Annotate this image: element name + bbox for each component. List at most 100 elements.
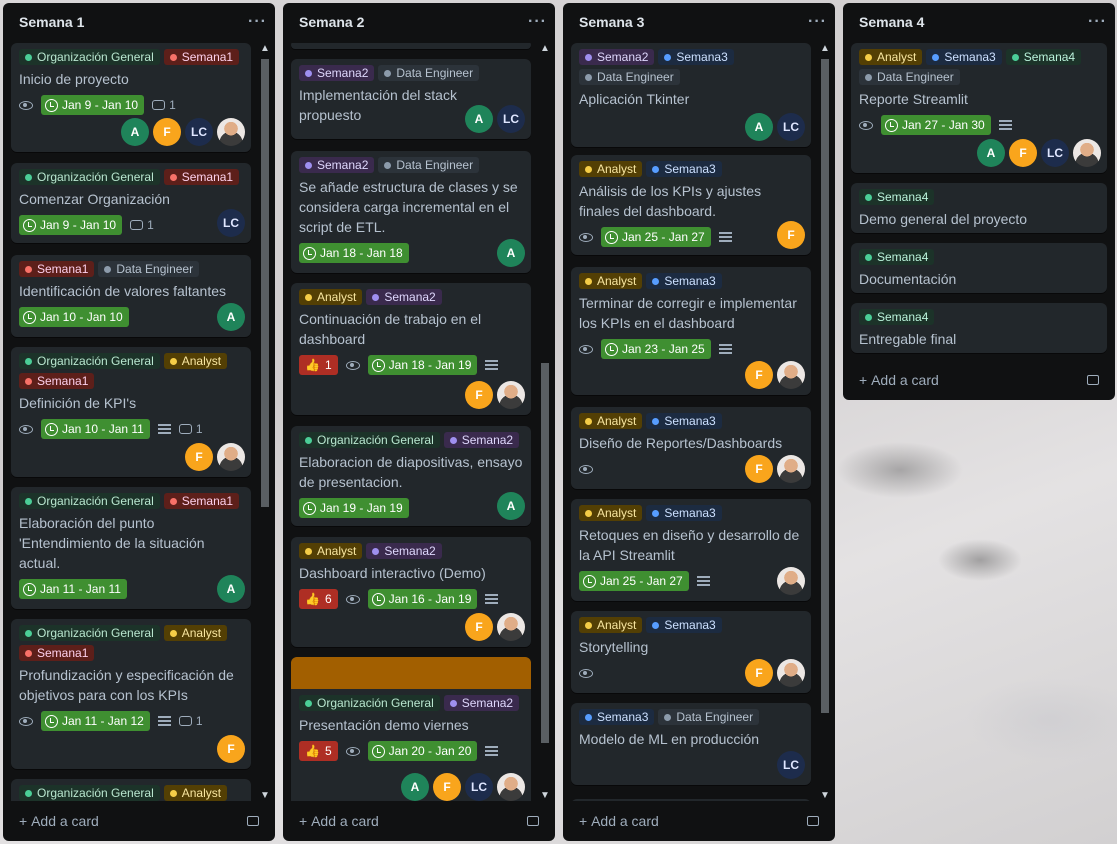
card[interactable]: Analyst Semana3 Semana4 Data Engineer Repor…	[851, 43, 1107, 173]
card[interactable]: Organización General Analyst	[11, 779, 251, 801]
avatar-photo[interactable]	[497, 773, 525, 801]
card[interactable]: Analyst Semana3 Análisis de los KPIs y aj…	[571, 155, 811, 255]
avatar[interactable]: A	[745, 113, 773, 141]
card[interactable]: Semana4 Documentación	[851, 243, 1107, 293]
avatar[interactable]: A	[217, 303, 245, 331]
due-date-badge[interactable]: Jan 25 - Jan 27	[601, 227, 711, 247]
scroll-up-icon[interactable]: ▲	[540, 43, 550, 54]
card[interactable]: Organización General Analyst Semana1 Defin…	[11, 347, 251, 477]
avatar[interactable]: LC	[777, 751, 805, 779]
due-date-badge[interactable]: Jan 11 - Jan 12	[41, 711, 150, 731]
due-date-badge[interactable]: Jan 10 - Jan 10	[19, 307, 129, 327]
avatar[interactable]: F	[745, 659, 773, 687]
votes-badge[interactable]: 👍 6	[299, 589, 338, 609]
avatar-photo[interactable]	[497, 613, 525, 641]
list-title[interactable]: Semana 4	[859, 14, 924, 30]
scrollbar-thumb[interactable]	[541, 363, 549, 743]
scrollbar[interactable]: ▲ ▼	[817, 43, 833, 801]
due-date-badge[interactable]: Jan 9 - Jan 10	[19, 215, 123, 235]
card[interactable]: Analyst Semana3 Diseño de Reportes/Dashbo…	[571, 407, 811, 489]
list-title[interactable]: Semana 2	[299, 14, 364, 30]
template-icon[interactable]	[527, 816, 539, 826]
avatar-photo[interactable]	[777, 659, 805, 687]
card[interactable]: Semana4 Entregable final	[851, 303, 1107, 353]
due-date-badge[interactable]: Jan 10 - Jan 11	[41, 419, 150, 439]
avatar[interactable]: F	[153, 118, 181, 146]
due-date-badge[interactable]: Jan 18 - Jan 18	[299, 243, 409, 263]
template-icon[interactable]	[807, 816, 819, 826]
card[interactable]	[291, 43, 531, 49]
avatar-photo[interactable]	[217, 443, 245, 471]
add-card-button[interactable]: + Add a card	[11, 807, 267, 835]
scrollbar[interactable]: ▲ ▼	[537, 43, 553, 801]
votes-badge[interactable]: 👍 1	[299, 355, 338, 375]
avatar[interactable]: LC	[217, 209, 245, 237]
due-date-badge[interactable]: Jan 16 - Jan 19	[367, 589, 478, 609]
avatar-photo[interactable]	[777, 361, 805, 389]
avatar[interactable]: LC	[497, 105, 525, 133]
due-date-badge[interactable]: Jan 27 - Jan 30	[881, 115, 991, 135]
avatar[interactable]: A	[401, 773, 429, 801]
card[interactable]: Semana3 Data Engineer Modelo de ML en pro…	[571, 703, 811, 785]
list-title[interactable]: Semana 1	[19, 14, 84, 30]
due-date-badge[interactable]: Jan 20 - Jan 20	[367, 741, 478, 761]
card[interactable]: Analyst Semana3 Retoques en diseño y desa…	[571, 499, 811, 601]
avatar[interactable]: A	[217, 575, 245, 603]
list-title[interactable]: Semana 3	[579, 14, 644, 30]
more-options-icon[interactable]: ···	[808, 13, 827, 31]
card[interactable]: Semana1 Data Engineer Identificación de v…	[11, 255, 251, 337]
due-date-badge[interactable]: Jan 19 - Jan 19	[299, 498, 409, 518]
avatar[interactable]: A	[465, 105, 493, 133]
scrollbar-thumb[interactable]	[821, 59, 829, 713]
card[interactable]: Semana2 Data Engineer Se añade estructura…	[291, 151, 531, 273]
scrollbar-thumb[interactable]	[261, 59, 269, 507]
more-options-icon[interactable]: ···	[528, 13, 547, 31]
avatar[interactable]: F	[217, 735, 245, 763]
more-options-icon[interactable]: ···	[248, 13, 267, 31]
avatar[interactable]: F	[465, 381, 493, 409]
add-card-button[interactable]: + Add a card	[851, 366, 1107, 394]
scroll-down-icon[interactable]: ▼	[540, 790, 550, 801]
avatar[interactable]: F	[185, 443, 213, 471]
avatar[interactable]: F	[433, 773, 461, 801]
card[interactable]: Analyst Semana3 Terminar de corregir e im…	[571, 267, 811, 395]
avatar[interactable]: F	[465, 613, 493, 641]
card[interactable]: Semana2 Data Engineer Implementación del …	[291, 59, 531, 139]
template-icon[interactable]	[1087, 375, 1099, 385]
card[interactable]: Semana2 Semana3 Data Engineer Aplicación T…	[571, 43, 811, 147]
avatar-photo[interactable]	[497, 381, 525, 409]
scroll-down-icon[interactable]: ▼	[260, 790, 270, 801]
scroll-up-icon[interactable]: ▲	[820, 43, 830, 54]
votes-badge[interactable]: 👍 5	[299, 741, 338, 761]
avatar-photo[interactable]	[777, 455, 805, 483]
avatar[interactable]: A	[497, 239, 525, 267]
scroll-up-icon[interactable]: ▲	[260, 43, 270, 54]
card[interactable]: Analyst Semana2 Continuación de trabajo e…	[291, 283, 531, 415]
avatar[interactable]: LC	[777, 113, 805, 141]
card[interactable]: Analyst Semana2 Dashboard interactivo (De…	[291, 537, 531, 647]
avatar[interactable]: F	[1009, 139, 1037, 167]
avatar[interactable]: F	[745, 455, 773, 483]
more-options-icon[interactable]: ···	[1088, 13, 1107, 31]
card[interactable]	[571, 799, 811, 801]
card[interactable]: Organización General Semana1 Elaboración …	[11, 487, 251, 609]
due-date-badge[interactable]: Jan 9 - Jan 10	[41, 95, 145, 115]
avatar[interactable]: A	[977, 139, 1005, 167]
card[interactable]: Organización General Analyst Semana1 Profu…	[11, 619, 251, 769]
card[interactable]: Semana4 Demo general del proyecto	[851, 183, 1107, 233]
due-date-badge[interactable]: Jan 25 - Jan 27	[579, 571, 689, 591]
avatar[interactable]: A	[497, 492, 525, 520]
card[interactable]: Organización General Semana2 Elaboracion …	[291, 426, 531, 526]
due-date-badge[interactable]: Jan 11 - Jan 11	[19, 579, 127, 599]
avatar[interactable]: F	[777, 221, 805, 249]
due-date-badge[interactable]: Jan 18 - Jan 19	[367, 355, 478, 375]
scrollbar[interactable]: ▲ ▼	[257, 43, 273, 801]
avatar[interactable]: A	[121, 118, 149, 146]
avatar[interactable]: LC	[465, 773, 493, 801]
avatar-photo[interactable]	[777, 567, 805, 595]
card[interactable]: Organización General Semana1 Comenzar Org…	[11, 163, 251, 243]
avatar[interactable]: LC	[1041, 139, 1069, 167]
template-icon[interactable]	[247, 816, 259, 826]
scroll-down-icon[interactable]: ▼	[820, 790, 830, 801]
due-date-badge[interactable]: Jan 23 - Jan 25	[601, 339, 711, 359]
